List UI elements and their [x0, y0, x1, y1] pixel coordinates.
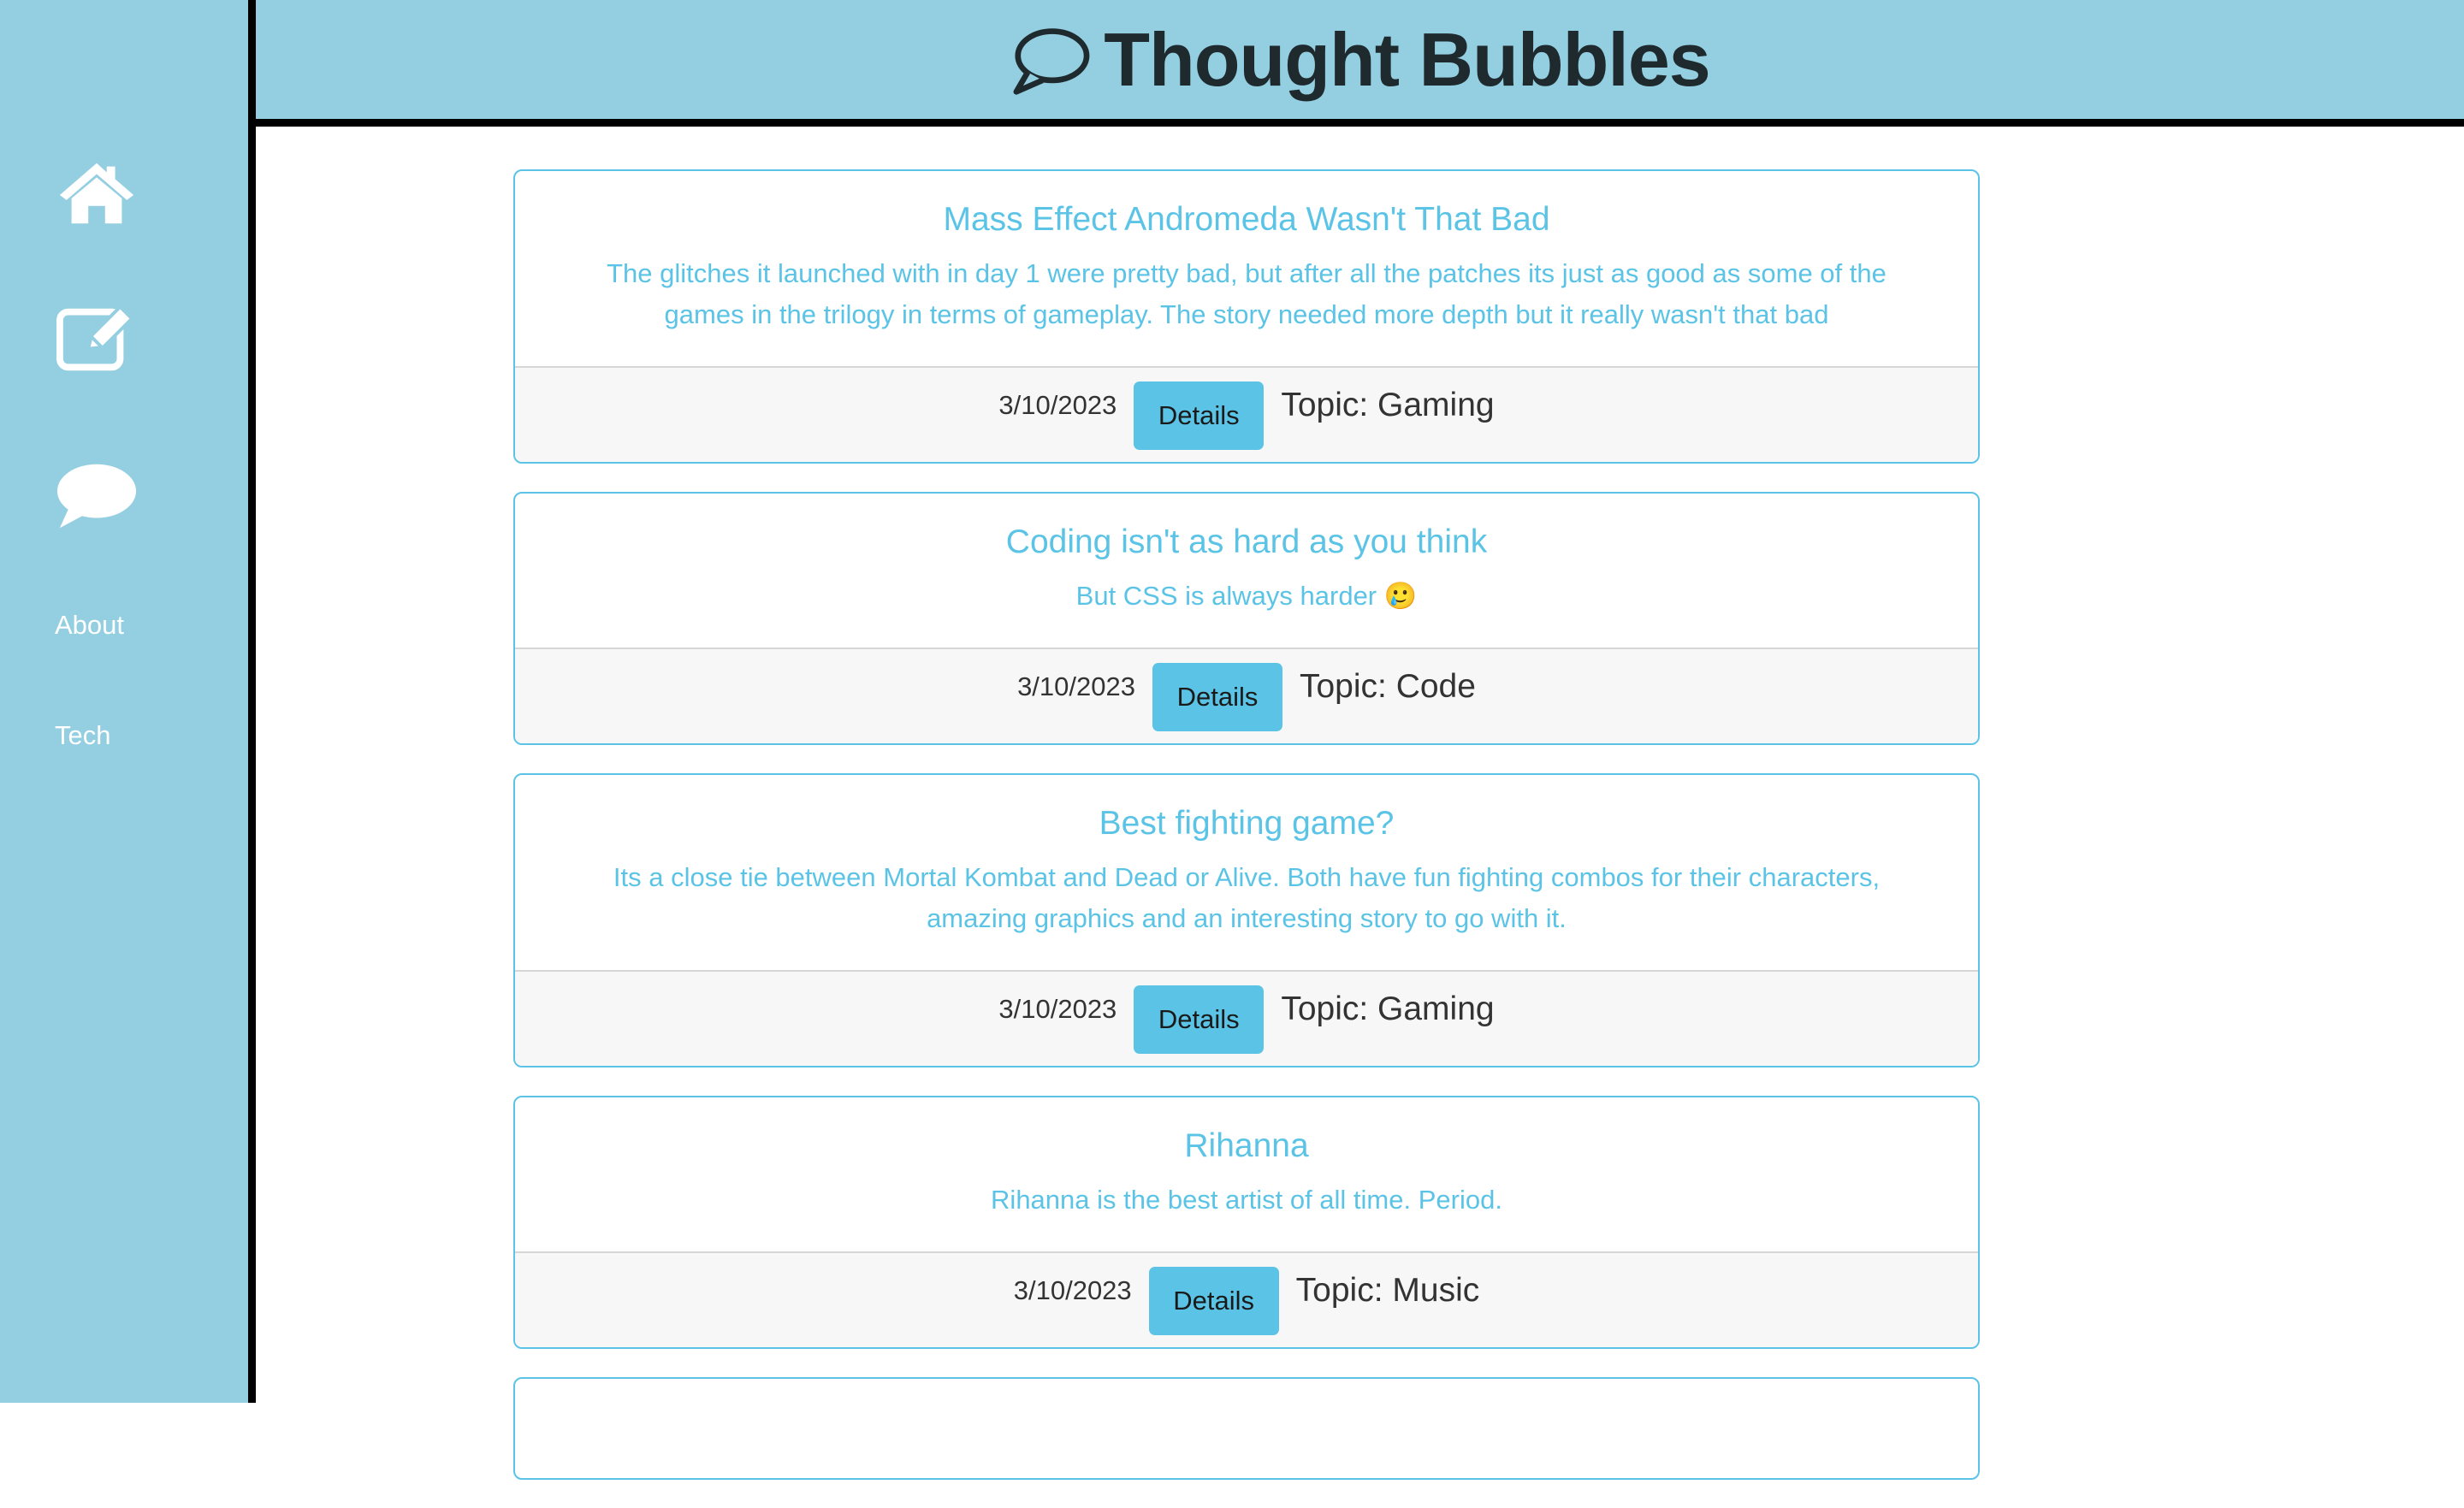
- details-button[interactable]: Details: [1152, 663, 1282, 731]
- speech-bubble-icon[interactable]: [55, 462, 139, 530]
- post-card-body: Mass Effect Andromeda Wasn't That Bad Th…: [515, 171, 1978, 366]
- page-title: Thought Bubbles: [1104, 16, 1710, 102]
- post-body: Its a close tie between Mortal Kombat an…: [613, 862, 1881, 933]
- page-header: Thought Bubbles: [256, 0, 2464, 127]
- nav-link-about[interactable]: About: [55, 610, 124, 641]
- post-card-body: Best fighting game? Its a close tie betw…: [515, 775, 1978, 970]
- post-card-body: Coding isn't as hard as you think But CS…: [515, 494, 1978, 648]
- post-title: Mass Effect Andromeda Wasn't That Bad: [943, 201, 1550, 238]
- post-footer: 3/10/2023 Details Topic: Gaming: [515, 366, 1978, 462]
- post-body: The glitches it launched with in day 1 w…: [607, 258, 1886, 329]
- post-date: 3/10/2023: [998, 390, 1117, 420]
- post-date: 3/10/2023: [1017, 671, 1135, 701]
- post-body: But CSS is always harder 🥲: [1075, 581, 1418, 611]
- post-date: 3/10/2023: [998, 994, 1117, 1024]
- post-footer: 3/10/2023 Details Topic: Code: [515, 648, 1978, 743]
- details-button[interactable]: Details: [1148, 1267, 1279, 1335]
- post-card: Best fighting game? Its a close tie betw…: [513, 773, 1980, 1067]
- post-card: Mass Effect Andromeda Wasn't That Bad Th…: [513, 169, 1980, 464]
- post-card: Rihanna Rihanna is the best artist of al…: [513, 1096, 1980, 1349]
- sidebar-divider: [248, 0, 256, 1403]
- post-footer: 3/10/2023 Details Topic: Gaming: [515, 970, 1978, 1066]
- post-topic: Topic: Gaming: [1281, 991, 1495, 1027]
- post-title: Best fighting game?: [1099, 805, 1395, 842]
- post-topic: Topic: Music: [1295, 1272, 1480, 1309]
- post-title: Coding isn't as hard as you think: [1005, 523, 1488, 560]
- edit-icon[interactable]: [55, 305, 139, 373]
- post-topic: Topic: Gaming: [1281, 387, 1495, 423]
- post-title: Rihanna: [1184, 1127, 1309, 1164]
- nav-link-tech[interactable]: Tech: [55, 720, 110, 751]
- post-feed: Mass Effect Andromeda Wasn't That Bad Th…: [513, 169, 1980, 1508]
- post-topic: Topic: Code: [1299, 668, 1476, 705]
- post-body: Rihanna is the best artist of all time. …: [991, 1185, 1502, 1215]
- details-button[interactable]: Details: [1134, 381, 1265, 450]
- post-footer: 3/10/2023 Details Topic: Music: [515, 1251, 1978, 1347]
- post-date: 3/10/2023: [1013, 1275, 1132, 1305]
- home-icon[interactable]: [55, 159, 139, 228]
- post-card: [513, 1377, 1980, 1480]
- sidebar: About Tech: [0, 0, 248, 1403]
- post-card-body: Rihanna Rihanna is the best artist of al…: [515, 1097, 1978, 1251]
- details-button[interactable]: Details: [1134, 985, 1265, 1054]
- speech-bubble-outline-icon: [1010, 23, 1092, 97]
- post-card: Coding isn't as hard as you think But CS…: [513, 492, 1980, 745]
